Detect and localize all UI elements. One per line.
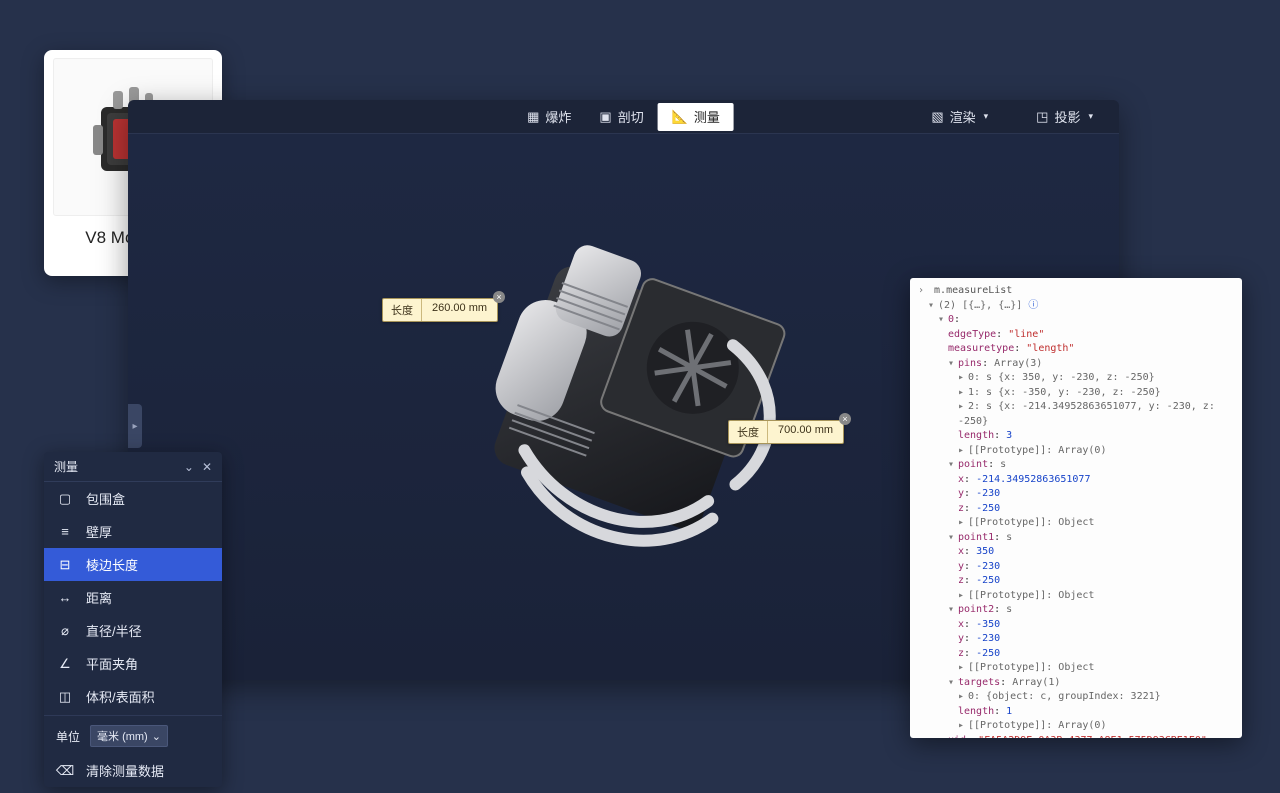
section-icon: ▣: [599, 109, 611, 125]
render-icon: ▧: [931, 109, 943, 125]
measurement-label: 长度: [729, 421, 768, 443]
collapse-icon[interactable]: ⌄: [184, 460, 194, 474]
measurement-value: 260.00 mm: [422, 299, 497, 321]
close-icon[interactable]: ×: [839, 413, 851, 425]
diameter-icon: ⌀: [56, 623, 74, 639]
close-icon[interactable]: ✕: [202, 460, 212, 474]
unit-value: 毫米 (mm): [97, 728, 148, 744]
measure-clear[interactable]: ⌫ 清除测量数据: [44, 754, 222, 787]
toolbar-render-label: 渲染: [950, 107, 976, 126]
measure-panel-title: 测量: [54, 458, 78, 475]
measure-icon: 📐: [672, 109, 688, 125]
measure-diameter[interactable]: ⌀ 直径/半径: [44, 614, 222, 647]
measure-edge-length[interactable]: ⊟ 棱边长度: [44, 548, 222, 581]
measure-panel-header: 测量 ⌄ ✕: [44, 452, 222, 482]
measure-item-label: 平面夹角: [86, 654, 138, 673]
close-icon[interactable]: ×: [493, 291, 505, 303]
measure-angle[interactable]: ∠ 平面夹角: [44, 647, 222, 680]
left-panel-expand-handle[interactable]: ▸: [128, 404, 142, 448]
measure-panel: 测量 ⌄ ✕ ▢ 包围盒 ≡ 壁厚 ⊟ 棱边长度 ↔ 距离 ⌀ 直径/半径 ∠ …: [44, 452, 222, 787]
volume-icon: ◫: [56, 689, 74, 705]
edge-length-icon: ⊟: [56, 557, 74, 573]
measure-item-label: 直径/半径: [86, 621, 142, 640]
toolbar-projection[interactable]: ◳ 投影 ▾: [1022, 103, 1107, 131]
measurement-tag[interactable]: 长度 260.00 mm ×: [382, 298, 498, 322]
devtools-console[interactable]: › m.measureList ▾(2) [{…}, {…}] ⓘ ▾0: ed…: [910, 278, 1242, 738]
measure-distance[interactable]: ↔ 距离: [44, 581, 222, 614]
toolbar-section-label: 剖切: [618, 107, 644, 126]
viewer-toolbar: ▦ 爆炸 ▣ 剖切 📐 测量 ▧ 渲染 ▾ ◳ 投影 ▾: [128, 100, 1119, 134]
measurement-value: 700.00 mm: [768, 421, 843, 443]
chevron-down-icon: ⌄: [152, 730, 161, 743]
bbox-icon: ▢: [56, 491, 74, 507]
measure-volume[interactable]: ◫ 体积/表面积: [44, 680, 222, 713]
toolbar-measure-label: 测量: [694, 107, 720, 126]
measure-item-label: 包围盒: [86, 489, 125, 508]
explode-icon: ▦: [527, 109, 539, 125]
measurement-label: 长度: [383, 299, 422, 321]
measure-item-label: 体积/表面积: [86, 687, 155, 706]
distance-icon: ↔: [56, 590, 74, 605]
projection-icon: ◳: [1036, 109, 1048, 125]
measure-item-label: 清除测量数据: [86, 761, 164, 780]
toolbar-explode-label: 爆炸: [545, 107, 571, 126]
console-root: m.measureList: [934, 285, 1012, 296]
engine-model: [409, 181, 839, 611]
measure-unit-row: 单位 毫米 (mm) ⌄: [44, 718, 222, 754]
toolbar-render[interactable]: ▧ 渲染 ▾: [917, 103, 1002, 131]
toolbar-section[interactable]: ▣ 剖切: [585, 103, 657, 131]
unit-select[interactable]: 毫米 (mm) ⌄: [90, 725, 168, 747]
toolbar-measure[interactable]: 📐 测量: [658, 103, 734, 131]
angle-icon: ∠: [56, 656, 74, 672]
measure-thickness[interactable]: ≡ 壁厚: [44, 515, 222, 548]
measure-item-label: 壁厚: [86, 522, 112, 541]
thickness-icon: ≡: [56, 524, 74, 539]
measurement-tag[interactable]: 长度 700.00 mm ×: [728, 420, 844, 444]
chevron-down-icon: ▾: [984, 111, 989, 122]
chevron-down-icon: ▾: [1088, 111, 1093, 122]
measure-bbox[interactable]: ▢ 包围盒: [44, 482, 222, 515]
toolbar-projection-label: 投影: [1054, 107, 1080, 126]
toolbar-explode[interactable]: ▦ 爆炸: [513, 103, 585, 131]
measure-item-label: 棱边长度: [86, 555, 138, 574]
unit-label: 单位: [56, 728, 80, 745]
eraser-icon: ⌫: [56, 763, 74, 779]
measure-item-label: 距离: [86, 588, 112, 607]
